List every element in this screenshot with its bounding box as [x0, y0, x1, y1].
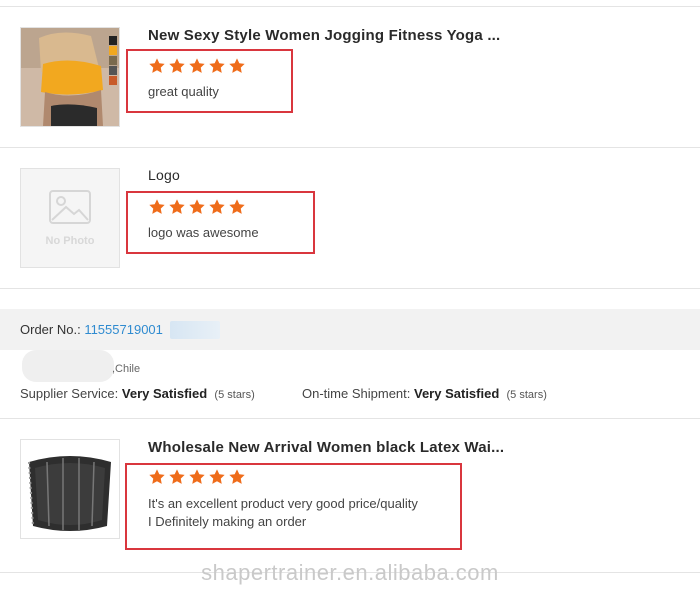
supplier-service-rating: Supplier Service: Very Satisfied (5 star… — [20, 386, 255, 401]
shipment-stars: (5 stars) — [506, 389, 547, 401]
no-photo-icon — [21, 169, 119, 267]
highlight-box — [126, 191, 315, 254]
order-number-row: Order No.: 11555719001 — [20, 322, 163, 337]
shipment-label: On-time Shipment: — [302, 386, 411, 401]
watermark: shapertrainer.en.alibaba.com — [201, 560, 499, 585]
highlight-box — [125, 463, 462, 550]
product-title[interactable]: Wholesale New Arrival Women black Latex … — [148, 439, 504, 456]
order-header: Order No.: 11555719001 — [0, 309, 700, 350]
supplier-service-stars: (5 stars) — [214, 389, 255, 401]
buyer-location: ,Chile — [112, 363, 141, 375]
highlight-box — [126, 49, 293, 113]
divider — [0, 147, 700, 148]
divider — [0, 418, 700, 419]
order-number-label: Order No.: — [20, 322, 81, 337]
product-thumbnail[interactable] — [20, 439, 120, 539]
product-thumbnail[interactable] — [20, 27, 120, 127]
no-photo-label: No Photo — [45, 235, 95, 247]
product-thumbnail[interactable]: No Photo — [20, 168, 120, 268]
shipment-rating: On-time Shipment: Very Satisfied (5 star… — [302, 386, 547, 401]
redacted-order-number — [170, 321, 220, 339]
divider — [0, 288, 700, 289]
product-title[interactable]: New Sexy Style Women Jogging Fitness Yog… — [148, 27, 500, 44]
order-number-link[interactable]: 11555719001 — [84, 322, 163, 337]
shipment-value: Very Satisfied — [414, 386, 500, 401]
product-title[interactable]: Logo — [148, 167, 180, 183]
supplier-service-label: Supplier Service: — [20, 386, 119, 401]
divider — [0, 6, 700, 7]
supplier-service-value: Very Satisfied — [121, 386, 208, 401]
redacted-address — [22, 350, 114, 382]
